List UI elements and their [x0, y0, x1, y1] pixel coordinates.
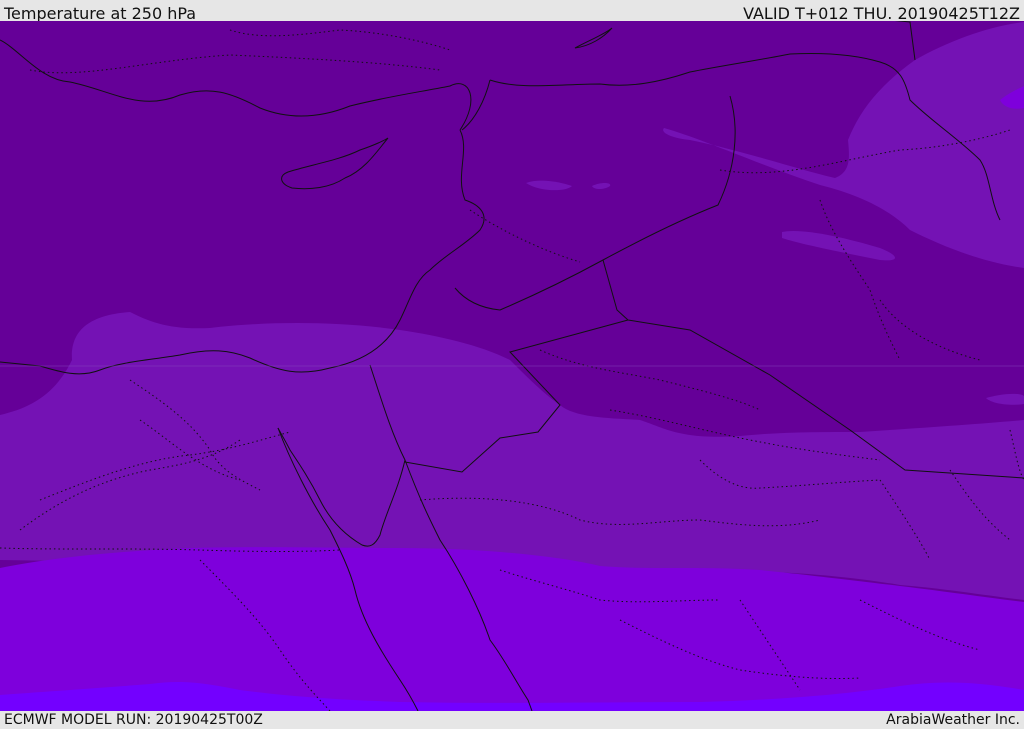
map-header: Temperature at 250 hPa VALID T+012 THU. … — [0, 0, 1024, 23]
credit: ArabiaWeather Inc. — [886, 712, 1020, 728]
model-run: ECMWF MODEL RUN: 20190425T00Z — [4, 712, 263, 728]
map-footer: ECMWF MODEL RUN: 20190425T00Z ArabiaWeat… — [0, 711, 1024, 729]
temperature-map — [0, 19, 1024, 712]
